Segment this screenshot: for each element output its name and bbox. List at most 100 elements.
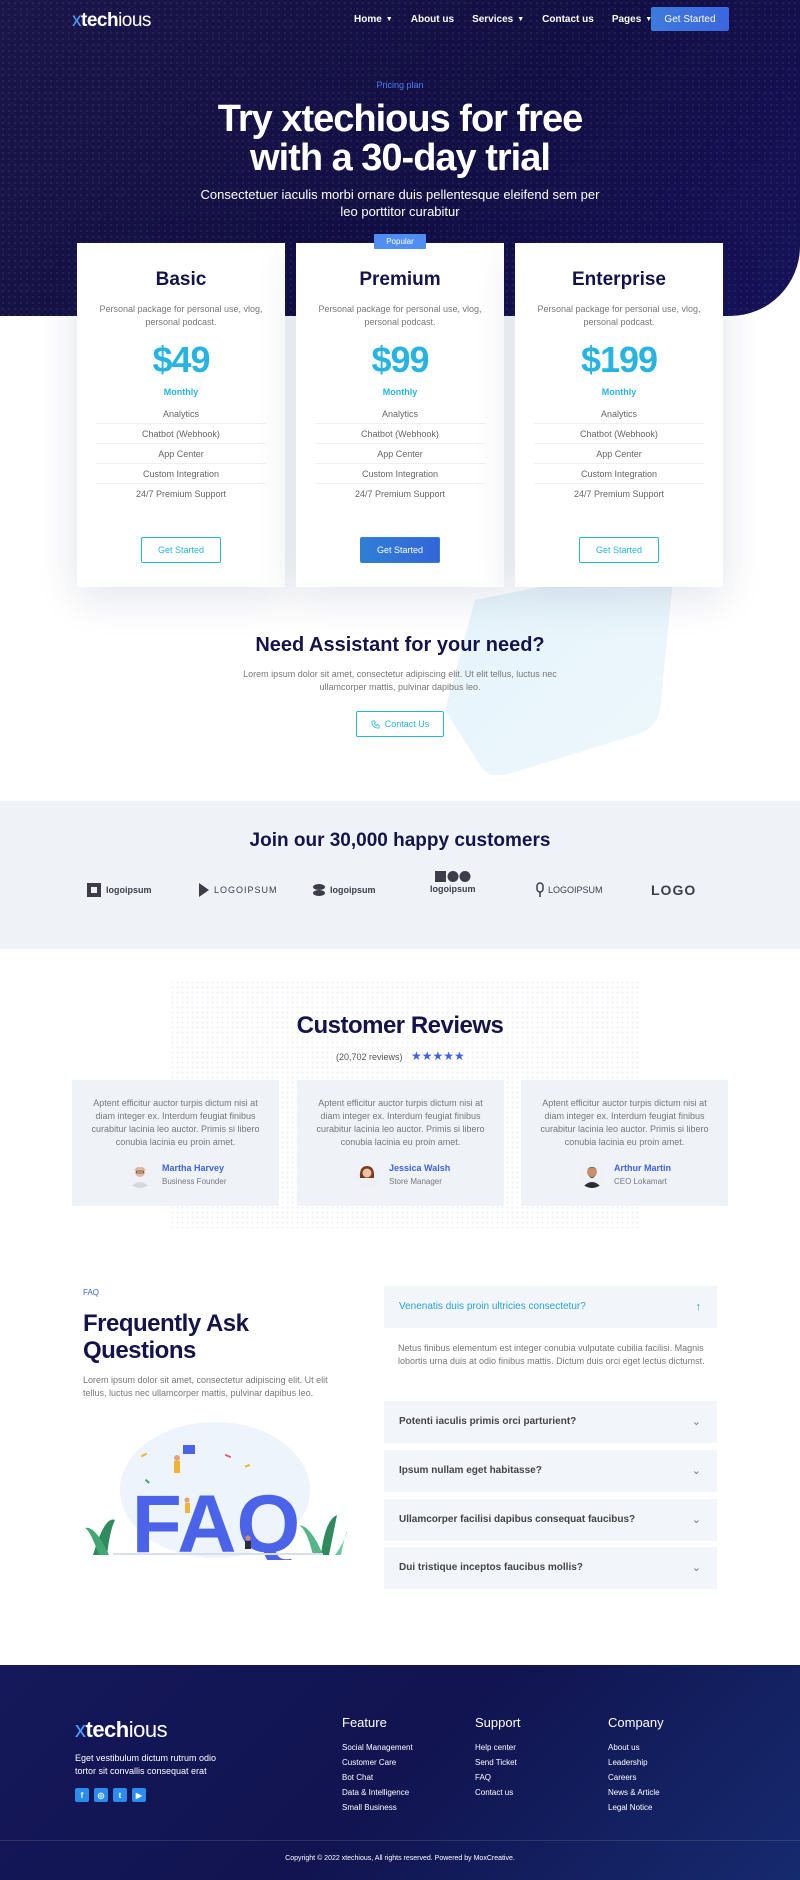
feature-item: Analytics	[96, 404, 266, 424]
footer-link[interactable]: Careers	[608, 1770, 664, 1785]
plan-period: Monthly	[163, 387, 199, 397]
logo-mark-icon	[536, 882, 544, 897]
feature-item: Custom Integration	[315, 464, 485, 484]
review-card: Aptent efficitur auctor turpis dictum ni…	[521, 1080, 728, 1206]
footer-link[interactable]: FAQ	[475, 1770, 521, 1785]
pricing-eyebrow: Pricing plan	[376, 80, 424, 90]
nav-item-contact[interactable]: Contact us	[542, 14, 594, 25]
reviewer-role: Store Manager	[389, 1177, 442, 1186]
footer-link[interactable]: Leadership	[608, 1755, 664, 1770]
chevron-down-icon: ▼	[517, 16, 525, 23]
feature-item: App Center	[534, 444, 704, 464]
faq-item-2[interactable]: Potenti iaculis primis orci parturient? …	[384, 1401, 717, 1443]
footer-column-title: Support	[475, 1715, 521, 1730]
feature-item: 24/7 Premium Support	[354, 489, 446, 499]
pricing-card-basic: Basic Personal package for personal use,…	[77, 243, 285, 587]
review-count: (20,702 reviews)	[336, 1052, 403, 1062]
logo-mark-icon	[434, 871, 471, 882]
brand-logo[interactable]: xtechious	[72, 10, 151, 32]
logo-mark-icon	[87, 883, 101, 897]
footer-logo[interactable]: xtechious	[75, 1717, 168, 1743]
basic-get-started-button[interactable]: Get Started	[141, 537, 221, 563]
partner-logo: logoipsum	[312, 875, 376, 905]
faq-question: Ipsum nullam eget habitasse?	[399, 1465, 542, 1476]
chevron-down-icon: ⌄	[691, 1465, 701, 1477]
avatar	[354, 1162, 380, 1188]
reviewer-name: Arthur Martin	[614, 1163, 671, 1173]
footer-link[interactable]: Social Management	[342, 1740, 413, 1755]
contact-us-button[interactable]: Contact Us	[356, 711, 444, 737]
review-text: Aptent efficitur auctor turpis dictum ni…	[540, 1098, 709, 1147]
plan-description: Personal package for personal use, vlog,…	[537, 304, 701, 327]
faq-item-4[interactable]: Ullamcorper facilisi dapibus consequat f…	[384, 1499, 717, 1541]
arrow-up-icon: ↑	[695, 1301, 702, 1313]
assistant-text: Lorem ipsum dolor sit amet, consectetur …	[243, 669, 557, 692]
popular-badge: Popular	[374, 234, 426, 249]
copyright: Copyright © 2022 xtechious, All rights r…	[285, 1855, 515, 1862]
nav-item-home[interactable]: Home ▼	[354, 14, 393, 25]
feature-item: Analytics	[315, 404, 485, 424]
assistant-title: Need Assistant for your need?	[255, 634, 545, 656]
rating-stars: ★★★★★	[411, 1049, 465, 1063]
pricing-card-premium: Premium Personal package for personal us…	[296, 243, 504, 587]
footer-link[interactable]: Small Business	[342, 1800, 413, 1815]
reviewer: Martha Harvey Business Founder	[72, 1160, 279, 1190]
instagram-icon[interactable]: ◎	[94, 1788, 108, 1802]
hero-title: Try xtechious for free with a 30-day tria…	[217, 98, 583, 179]
feature-item: 24/7 Premium Support	[573, 489, 665, 499]
facebook-icon[interactable]: f	[75, 1788, 89, 1802]
review-text: Aptent efficitur auctor turpis dictum ni…	[91, 1098, 260, 1147]
enterprise-get-started-button[interactable]: Get Started	[579, 537, 659, 563]
faq-question: Dui tristique inceptos faucibus mollis?	[399, 1562, 583, 1573]
hero-subtitle: Consectetuer iaculis morbi ornare duis p…	[200, 187, 600, 219]
footer-column-feature: Feature Social Management Customer Care …	[342, 1715, 413, 1815]
pricing-card-enterprise: Enterprise Personal package for personal…	[515, 243, 723, 587]
feature-item: Chatbot (Webhook)	[315, 424, 485, 444]
faq-eyebrow: FAQ	[83, 1288, 100, 1297]
feature-list: Analytics Chatbot (Webhook) App Center C…	[534, 404, 704, 504]
footer-link[interactable]: About us	[608, 1740, 664, 1755]
faq-illustration: FAQ	[85, 1422, 347, 1560]
faq-item-1[interactable]: Venenatis duis proin ultricies consectet…	[384, 1286, 717, 1328]
footer-link[interactable]: News & Article	[608, 1785, 664, 1800]
nav-item-about[interactable]: About us	[411, 14, 454, 25]
chevron-down-icon: ⌄	[691, 1514, 701, 1526]
premium-get-started-button[interactable]: Get Started	[360, 537, 440, 563]
footer-link[interactable]: Data & Intelligence	[342, 1785, 413, 1800]
faq-item-5[interactable]: Dui tristique inceptos faucibus mollis? …	[384, 1547, 717, 1589]
reviewer: Jessica Walsh Store Manager	[297, 1160, 504, 1190]
footer-column-company: Company About us Leadership Careers News…	[608, 1715, 664, 1815]
top-navigation: xtechious Home ▼ About us Services ▼ Conta…	[0, 6, 800, 32]
phone-icon	[371, 719, 380, 729]
footer-link[interactable]: Legal Notice	[608, 1800, 664, 1815]
reviewer-name: Jessica Walsh	[389, 1163, 451, 1173]
footer-column-title: Feature	[342, 1715, 387, 1730]
avatar	[127, 1162, 153, 1188]
review-text: Aptent efficitur auctor turpis dictum ni…	[316, 1098, 485, 1147]
nav-menu: Home ▼ About us Services ▼ Contact us Page…	[354, 14, 670, 25]
plan-price: $199	[580, 339, 658, 380]
chevron-down-icon: ⌄	[691, 1416, 701, 1428]
footer-link[interactable]: Help center	[475, 1740, 521, 1755]
footer-column-support: Support Help center Send Ticket FAQ Cont…	[475, 1715, 521, 1800]
footer-link[interactable]: Send Ticket	[475, 1755, 521, 1770]
reviewer-role: CEO Lokamart	[614, 1177, 667, 1186]
faq-item-3[interactable]: Ipsum nullam eget habitasse? ⌄	[384, 1450, 717, 1492]
feature-item: Analytics	[534, 404, 704, 424]
footer-link[interactable]: Customer Care	[342, 1755, 413, 1770]
get-started-button[interactable]: Get Started	[651, 7, 729, 31]
footer-link[interactable]: Contact us	[475, 1785, 521, 1800]
youtube-icon[interactable]: ▶	[132, 1788, 146, 1802]
footer-link[interactable]: Bot Chat	[342, 1770, 413, 1785]
reviews-title: Customer Reviews	[296, 1012, 504, 1039]
footer-column-title: Company	[608, 1715, 664, 1730]
feature-list: Analytics Chatbot (Webhook) App Center C…	[315, 404, 485, 504]
nav-item-pages[interactable]: Pages ▼	[612, 14, 652, 25]
feature-item: App Center	[96, 444, 266, 464]
nav-item-services[interactable]: Services ▼	[472, 14, 524, 25]
review-card: Aptent efficitur auctor turpis dictum ni…	[297, 1080, 504, 1206]
twitter-icon[interactable]: t	[113, 1788, 127, 1802]
chevron-down-icon: ⌄	[691, 1562, 701, 1574]
feature-item: Chatbot (Webhook)	[534, 424, 704, 444]
faq-illustration-text: FAQ	[132, 1479, 301, 1560]
